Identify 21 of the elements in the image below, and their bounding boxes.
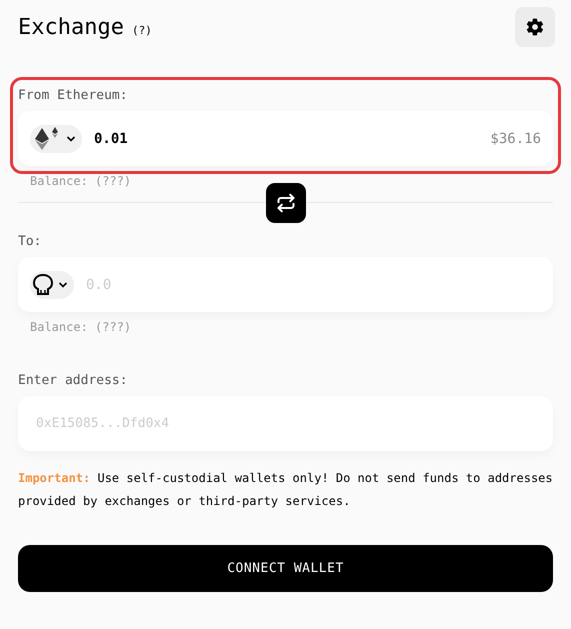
address-label: Enter address: [18,373,129,388]
swap-icon [276,193,296,213]
chevron-down-icon [58,280,68,288]
help-link[interactable]: (?) [132,24,152,36]
connect-wallet-button[interactable]: CONNECT WALLET [18,545,553,592]
token-selector[interactable] [30,124,82,152]
balance-text: Balance: (???) [29,174,132,190]
warning-text: Important: Use self-custodial wallets only! Do not send funds to addresses provided by exchanges or third-party services. [18,470,553,510]
from-label: From Ethereum: [18,88,129,103]
amount-field[interactable]: 0.01 $36.16 [18,111,553,166]
to-label: To: [18,234,42,249]
skull-icon [32,272,54,296]
page-title: Exchange [18,14,124,40]
settings-button[interactable] [515,7,555,47]
fiat-value: $36.16 [490,130,541,146]
settings-icon [525,17,545,37]
chevron-down-icon [66,134,76,142]
swap-button[interactable] [266,183,306,223]
balance-text: Balance: (???) [29,320,132,336]
token-selector[interactable] [30,270,74,298]
amount-value: 0.01 [94,130,128,146]
